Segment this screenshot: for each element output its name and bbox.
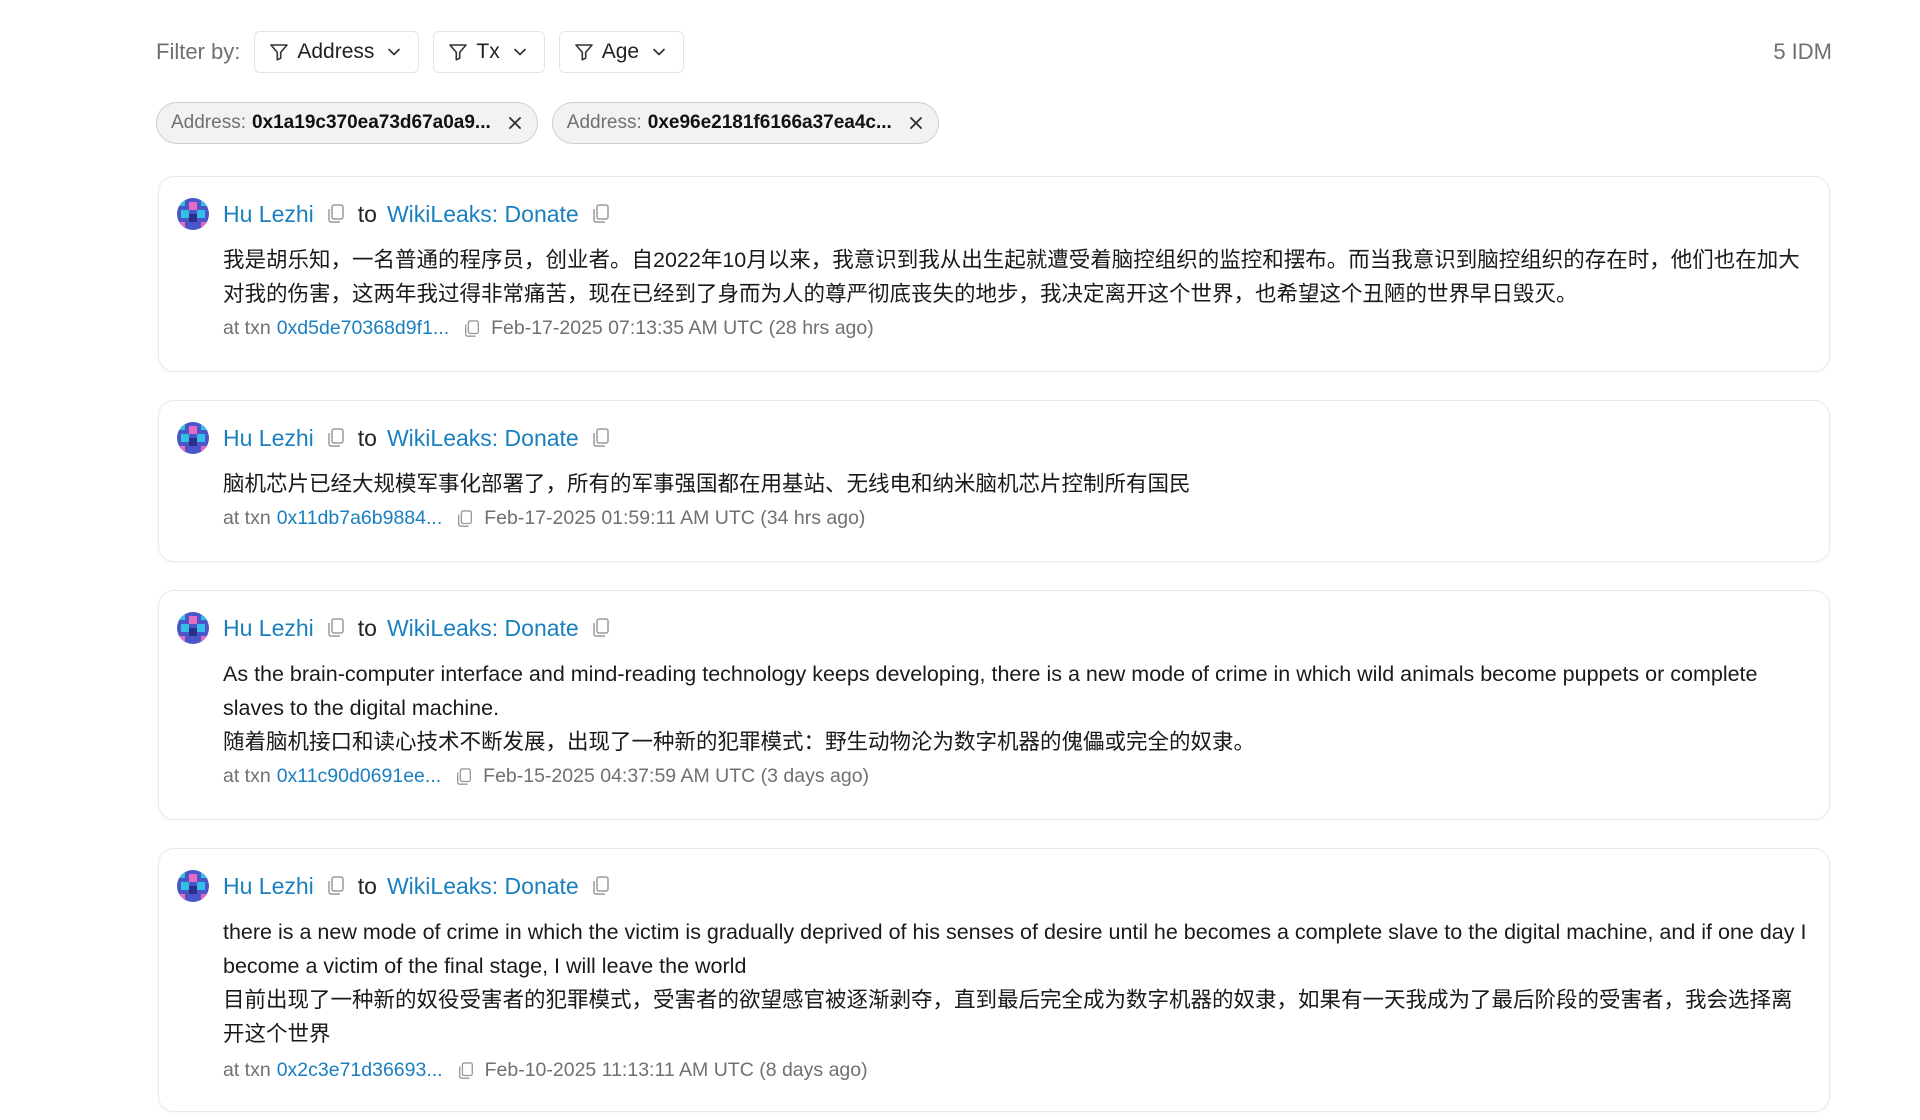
chevron-down-icon xyxy=(651,44,667,60)
copy-icon[interactable] xyxy=(326,203,346,225)
filter-age-button[interactable]: Age xyxy=(558,31,685,73)
sender-link[interactable]: Hu Lezhi xyxy=(223,425,314,452)
message-header: Hu Lezhi to WikiLeaks: Donate xyxy=(177,197,611,231)
copy-icon[interactable] xyxy=(463,319,481,339)
at-txn-label: at txn xyxy=(223,507,271,529)
message-text: 随着脑机接口和读心技术不断发展，出现了一种新的犯罪模式：野生动物沦为数字机器的傀… xyxy=(223,730,1256,754)
timestamp: Feb-17-2025 01:59:11 AM UTC (34 hrs ago) xyxy=(484,507,866,529)
copy-icon[interactable] xyxy=(455,767,473,787)
sender-link[interactable]: Hu Lezhi xyxy=(223,615,314,642)
filter-bar: Filter by: Address Tx Age 5 IDM xyxy=(156,30,1832,74)
at-txn-label: at txn xyxy=(223,1059,271,1081)
recipient-link[interactable]: WikiLeaks: Donate xyxy=(387,615,579,642)
blockie-avatar xyxy=(177,422,209,454)
filter-address-button[interactable]: Address xyxy=(254,31,420,73)
recipient-link[interactable]: WikiLeaks: Donate xyxy=(387,425,579,452)
copy-icon[interactable] xyxy=(326,427,346,449)
to-label: to xyxy=(357,200,377,227)
txn-hash-link[interactable]: 0x2c3e71d36693... xyxy=(277,1059,443,1082)
close-icon[interactable] xyxy=(908,115,924,131)
funnel-icon xyxy=(269,42,289,62)
copy-icon[interactable] xyxy=(326,875,346,897)
timestamp: Feb-15-2025 04:37:59 AM UTC (3 days ago) xyxy=(483,765,870,787)
message-body: 脑机芯片已经大规模军事化部署了，所有的军事强国都在用基站、无线电和纳米脑机芯片控… xyxy=(223,467,1809,501)
copy-icon[interactable] xyxy=(591,617,611,639)
filter-address-label: Address xyxy=(297,40,375,63)
chip-value: 0xe96e2181f6166a37ea4c... xyxy=(647,112,892,133)
copy-icon[interactable] xyxy=(591,875,611,897)
filter-age-label: Age xyxy=(601,40,640,63)
copy-icon[interactable] xyxy=(591,427,611,449)
message-text: 目前出现了一种新的奴役受害者的犯罪模式，受害者的欲望感官被逐渐剥夺，直到最后完全… xyxy=(223,988,1793,1046)
txn-hash-link[interactable]: 0xd5de70368d9f1... xyxy=(277,317,449,340)
message-meta: at txn 0x11c90d0691ee... Feb-15-2025 04:… xyxy=(223,765,869,788)
filter-label: Filter by: xyxy=(156,39,241,64)
message-text: 脑机芯片已经大规模军事化部署了，所有的军事强国都在用基站、无线电和纳米脑机芯片控… xyxy=(223,472,1191,496)
sender-link[interactable]: Hu Lezhi xyxy=(223,201,314,228)
message-meta: at txn 0xd5de70368d9f1... Feb-17-2025 07… xyxy=(223,317,874,340)
message-body: there is a new mode of crime in which th… xyxy=(223,915,1809,1051)
at-txn-label: at txn xyxy=(223,765,271,787)
txn-hash-link[interactable]: 0x11c90d0691ee... xyxy=(277,765,441,788)
message-card: Hu Lezhi to WikiLeaks: Donate As the bra… xyxy=(158,590,1830,820)
sender-link[interactable]: Hu Lezhi xyxy=(223,873,314,900)
at-txn-label: at txn xyxy=(223,317,271,339)
active-filters: Address: 0x1a19c370ea73d67a0a9... Addres… xyxy=(156,102,939,144)
timestamp: Feb-17-2025 07:13:35 AM UTC (28 hrs ago) xyxy=(491,317,874,339)
copy-icon[interactable] xyxy=(456,509,474,529)
message-text: As the brain-computer interface and mind… xyxy=(223,662,1758,720)
message-card: Hu Lezhi to WikiLeaks: Donate 我是胡乐知，一名普通… xyxy=(158,176,1830,372)
chip-key: Address: xyxy=(171,112,246,133)
filter-tx-button[interactable]: Tx xyxy=(433,31,545,73)
to-label: to xyxy=(357,424,377,451)
copy-icon[interactable] xyxy=(591,203,611,225)
message-header: Hu Lezhi to WikiLeaks: Donate xyxy=(177,611,611,645)
chevron-down-icon xyxy=(512,44,528,60)
message-meta: at txn 0x11db7a6b9884... Feb-17-2025 01:… xyxy=(223,507,865,530)
message-body: As the brain-computer interface and mind… xyxy=(223,657,1809,759)
filter-chip-address-1: Address: 0x1a19c370ea73d67a0a9... xyxy=(156,102,538,144)
copy-icon[interactable] xyxy=(457,1061,475,1081)
blockie-avatar xyxy=(177,870,209,902)
message-header: Hu Lezhi to WikiLeaks: Donate xyxy=(177,421,611,455)
message-card: Hu Lezhi to WikiLeaks: Donate there is a… xyxy=(158,848,1830,1112)
timestamp: Feb-10-2025 11:13:11 AM UTC (8 days ago) xyxy=(484,1059,868,1081)
blockie-avatar xyxy=(177,612,209,644)
message-meta: at txn 0x2c3e71d36693... Feb-10-2025 11:… xyxy=(223,1059,868,1082)
to-label: to xyxy=(357,872,377,899)
filter-chip-address-2: Address: 0xe96e2181f6166a37ea4c... xyxy=(551,102,939,144)
chevron-down-icon xyxy=(386,44,402,60)
copy-icon[interactable] xyxy=(326,617,346,639)
close-icon[interactable] xyxy=(507,115,523,131)
funnel-icon xyxy=(448,42,468,62)
chip-key: Address: xyxy=(566,112,642,133)
result-count: 5 IDM xyxy=(1773,39,1832,64)
blockie-avatar xyxy=(177,198,209,230)
page: Filter by: Address Tx Age 5 IDM Address:… xyxy=(0,0,1920,1120)
recipient-link[interactable]: WikiLeaks: Donate xyxy=(387,873,579,900)
message-text: 我是胡乐知，一名普通的程序员，创业者。自2022年10月以来，我意识到我从出生起… xyxy=(223,248,1800,306)
message-text: there is a new mode of crime in which th… xyxy=(223,920,1807,978)
filter-tx-label: Tx xyxy=(476,40,500,63)
chip-value: 0x1a19c370ea73d67a0a9... xyxy=(251,112,491,133)
message-card: Hu Lezhi to WikiLeaks: Donate 脑机芯片已经大规模军… xyxy=(158,400,1830,562)
message-body: 我是胡乐知，一名普通的程序员，创业者。自2022年10月以来，我意识到我从出生起… xyxy=(223,243,1809,311)
txn-hash-link[interactable]: 0x11db7a6b9884... xyxy=(277,507,443,530)
recipient-link[interactable]: WikiLeaks: Donate xyxy=(387,201,579,228)
message-header: Hu Lezhi to WikiLeaks: Donate xyxy=(177,869,611,903)
to-label: to xyxy=(357,614,377,641)
funnel-icon xyxy=(574,42,594,62)
